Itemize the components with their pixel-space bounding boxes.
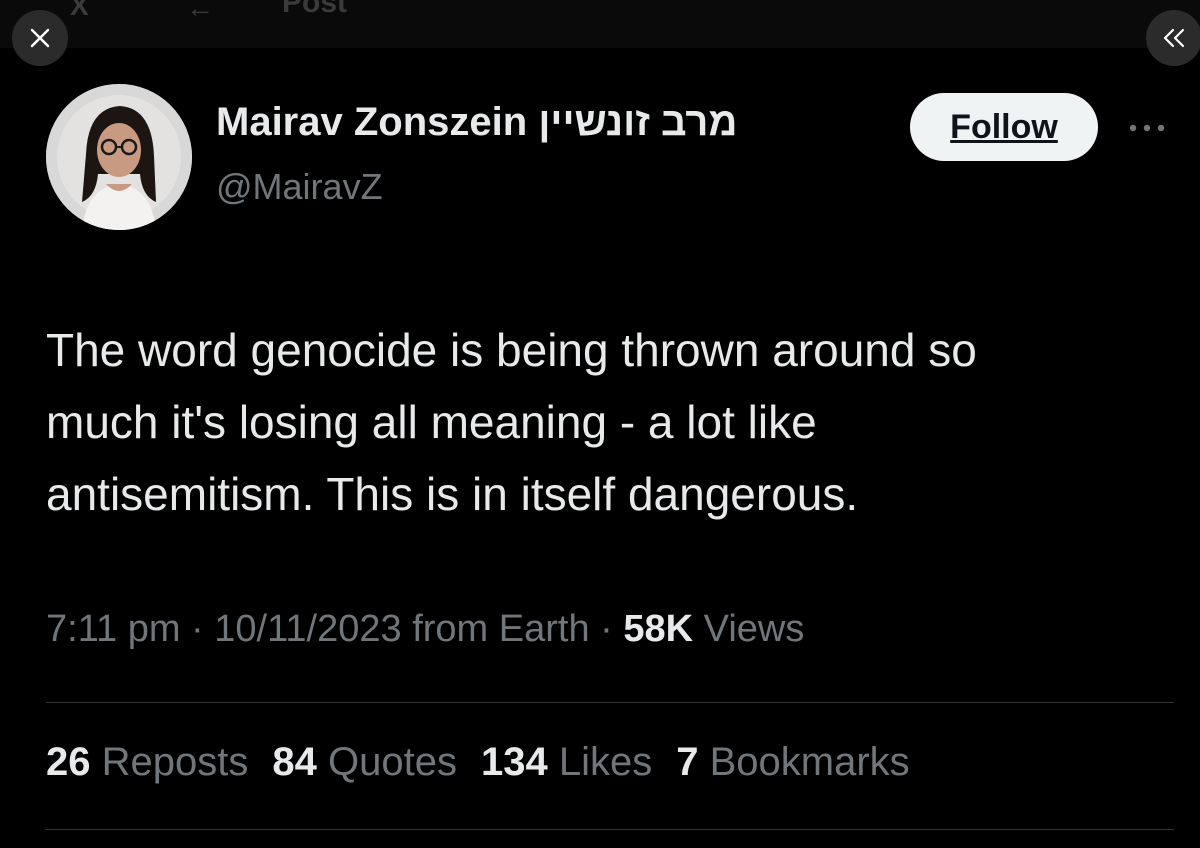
- tweet-time[interactable]: 7:11 pm: [46, 608, 180, 650]
- avatar[interactable]: [46, 84, 192, 230]
- more-options-button[interactable]: [1124, 108, 1170, 148]
- views-count[interactable]: 58K: [623, 608, 693, 650]
- collapse-panel-button[interactable]: [1146, 10, 1200, 66]
- engagement-stats: 26 Reposts 84 Quotes 134 Likes 7 Bookmar…: [46, 740, 910, 785]
- reposts-count: 26: [46, 740, 91, 784]
- tweet-text-line: much it's losing all meaning - a lot lik…: [46, 396, 817, 448]
- tweet-text: The word genocide is being thrown around…: [46, 314, 1176, 530]
- double-chevron-left-icon: [1163, 28, 1185, 48]
- bookmarks-label: Bookmarks: [709, 740, 910, 784]
- tweet-source: from Earth: [412, 608, 590, 650]
- avatar-photo: [46, 84, 192, 230]
- likes-count: 134: [480, 740, 548, 784]
- back-arrow-icon[interactable]: ←: [186, 0, 214, 24]
- tweet-text-line: The word genocide is being thrown around…: [46, 324, 977, 376]
- quotes-count: 84: [272, 740, 317, 784]
- x-logo[interactable]: X: [70, 0, 89, 22]
- bookmarks-count: 7: [676, 740, 699, 784]
- quotes-label: Quotes: [328, 740, 457, 784]
- close-button[interactable]: [12, 10, 68, 66]
- post-page: X ← Post Mairav Zonszein מרב זונשיין @Ma…: [0, 0, 1200, 848]
- views-label: Views: [703, 608, 805, 650]
- top-header: X ← Post: [0, 0, 1200, 48]
- likes-stat[interactable]: 134 Likes: [481, 740, 652, 785]
- close-icon: [30, 28, 50, 48]
- meta-separator: ·: [191, 608, 204, 650]
- more-horizontal-icon: [1129, 124, 1165, 132]
- author-handle[interactable]: @MairavZ: [216, 166, 383, 208]
- likes-label: Likes: [558, 740, 653, 784]
- header-title: Post: [282, 0, 348, 19]
- reposts-label: Reposts: [101, 740, 249, 784]
- meta-separator: ·: [600, 608, 613, 650]
- divider: [46, 702, 1174, 703]
- tweet-date[interactable]: 10/11/2023: [214, 608, 401, 650]
- tweet-text-line: antisemitism. This is in itself dangerou…: [46, 468, 859, 520]
- quotes-stat[interactable]: 84 Quotes: [272, 740, 457, 785]
- author-display-name[interactable]: Mairav Zonszein מרב זונשיין: [216, 100, 737, 145]
- divider: [46, 829, 1174, 830]
- bookmarks-stat[interactable]: 7 Bookmarks: [676, 740, 909, 785]
- tweet-meta: 7:11 pm · 10/11/2023 from Earth · 58K Vi…: [46, 608, 804, 651]
- follow-button[interactable]: Follow: [910, 93, 1098, 161]
- reposts-stat[interactable]: 26 Reposts: [46, 740, 248, 785]
